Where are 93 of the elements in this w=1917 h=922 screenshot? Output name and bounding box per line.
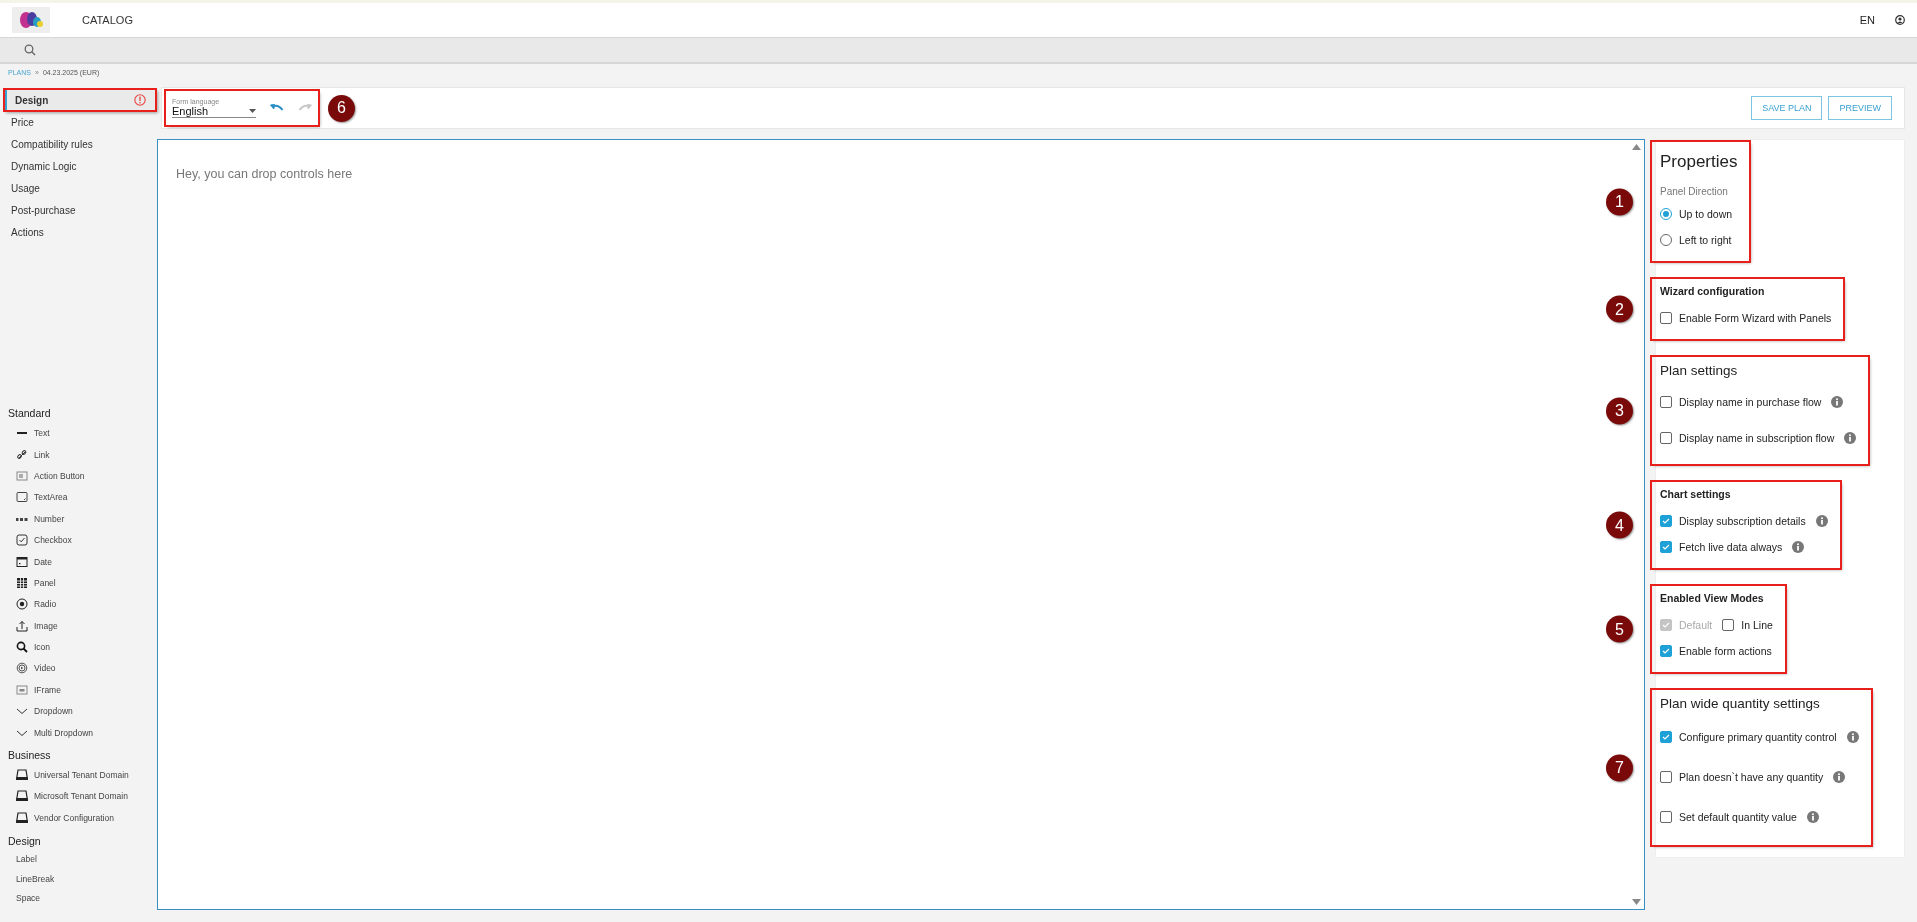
- tray-icon: [16, 790, 28, 803]
- calendar-icon: [16, 555, 28, 568]
- option-label: Plan doesn`t have any quantity: [1679, 771, 1824, 783]
- toolbox-item[interactable]: Number: [0, 508, 157, 530]
- toolbox-item[interactable]: Image: [0, 615, 157, 637]
- toolbox-item[interactable]: Action Button: [0, 465, 157, 487]
- toolbox-item[interactable]: Radio: [0, 593, 157, 615]
- option-label: Enable Form Wizard with Panels: [1679, 312, 1832, 324]
- option-label: Set default quantity value: [1679, 811, 1797, 823]
- nav-item[interactable]: Usage: [0, 177, 157, 199]
- info-icon[interactable]: [1792, 541, 1805, 553]
- option-label: Display subscription details: [1679, 515, 1806, 527]
- section-heading: Enabled View Modes: [1660, 592, 1765, 604]
- nav-item[interactable]: Design: [4, 89, 156, 111]
- toolbox-item[interactable]: Dropdown: [0, 700, 157, 722]
- info-icon[interactable]: [1846, 731, 1859, 743]
- checkbox[interactable]: [1660, 811, 1672, 823]
- option-label: In Line: [1741, 619, 1773, 631]
- toolbox-item[interactable]: IFrame: [0, 679, 157, 701]
- checkbox[interactable]: [1660, 396, 1672, 408]
- nav-item[interactable]: Price: [0, 111, 157, 133]
- user-icon[interactable]: [1895, 15, 1905, 25]
- annotation-number: 6: [328, 94, 355, 122]
- option-label: Enable form actions: [1679, 645, 1772, 657]
- info-icon[interactable]: [1833, 771, 1846, 783]
- option-label: Left to right: [1679, 234, 1732, 246]
- nav-item[interactable]: Dynamic Logic: [0, 155, 157, 177]
- search-icon[interactable]: [24, 44, 36, 56]
- play-icon: [16, 662, 28, 675]
- toolbox-item[interactable]: Checkbox: [0, 529, 157, 551]
- toolbox-item[interactable]: Label: [0, 849, 157, 869]
- section-heading: Wizard configuration: [1660, 285, 1766, 297]
- toolbox-item[interactable]: Vendor Configuration: [0, 807, 157, 829]
- checkbox-icon: [16, 534, 28, 547]
- toolbox-item[interactable]: Panel: [0, 572, 157, 594]
- toolbox-item[interactable]: Text: [0, 422, 157, 444]
- frame-icon: [16, 683, 28, 696]
- toolbox-item[interactable]: Link: [0, 443, 157, 466]
- option-label: Up to down: [1679, 208, 1733, 220]
- option-label: Configure primary quantity control: [1679, 731, 1837, 743]
- language-selector[interactable]: EN: [1859, 14, 1875, 26]
- group-heading: Business: [7, 748, 52, 764]
- warning-icon: [134, 94, 146, 106]
- tray-icon: [16, 811, 28, 824]
- scroll-up-icon[interactable]: [1632, 144, 1641, 150]
- info-icon[interactable]: [1806, 811, 1819, 823]
- radio-icon: [16, 598, 28, 611]
- checkbox[interactable]: [1660, 541, 1672, 553]
- info-icon[interactable]: [1844, 432, 1857, 444]
- toolbox-item[interactable]: Multi Dropdown: [0, 721, 157, 744]
- group-heading: Design: [7, 833, 42, 849]
- table-icon: [16, 576, 28, 589]
- search-icon: [16, 641, 28, 654]
- nav-link[interactable]: CATALOG: [82, 14, 133, 26]
- checkbox[interactable]: [1660, 645, 1672, 657]
- section-heading: Chart settings: [1660, 488, 1732, 500]
- button-icon: [16, 469, 28, 482]
- field-label: Panel Direction: [1660, 186, 1729, 197]
- textarea-icon: [16, 491, 28, 504]
- toolbox-item[interactable]: Space: [0, 888, 157, 908]
- toolbox-item[interactable]: Microsoft Tenant Domain: [0, 785, 157, 808]
- option-label: Fetch live data always: [1679, 541, 1783, 553]
- info-icon[interactable]: [1815, 515, 1828, 527]
- option-label: Display name in subscription flow: [1679, 432, 1835, 444]
- section-heading: Plan wide quantity settings: [1660, 696, 1821, 711]
- checkbox[interactable]: [1660, 515, 1672, 527]
- tray-icon: [16, 769, 28, 781]
- info-icon[interactable]: [1831, 396, 1844, 408]
- checkbox[interactable]: [1660, 731, 1672, 743]
- toolbox-item[interactable]: Icon: [0, 636, 157, 658]
- nav-item[interactable]: Actions: [0, 221, 157, 243]
- option-label: Display name in purchase flow: [1679, 396, 1822, 408]
- drop-hint: Hey, you can drop controls here: [176, 167, 353, 181]
- toolbox-item[interactable]: Video: [0, 657, 157, 680]
- nav-item[interactable]: Post-purchase: [0, 199, 157, 221]
- undo-icon[interactable]: [270, 103, 284, 113]
- toolbox-item[interactable]: Date: [0, 550, 157, 573]
- caret-icon: [249, 109, 256, 113]
- checkbox[interactable]: [1660, 312, 1672, 324]
- toolbox-item[interactable]: LineBreak: [0, 869, 157, 889]
- option-label: Default: [1679, 619, 1713, 631]
- checkbox[interactable]: [1660, 432, 1672, 444]
- section-heading: Plan settings: [1660, 363, 1739, 378]
- link-icon: [16, 448, 28, 461]
- group-heading: Standard: [7, 406, 52, 422]
- nav-item[interactable]: Compatibility rules: [0, 133, 157, 155]
- toolbox-item[interactable]: TextArea: [0, 486, 157, 509]
- checkbox[interactable]: [1660, 771, 1672, 783]
- checkbox[interactable]: [1722, 619, 1735, 631]
- upload-icon: [16, 619, 28, 632]
- scroll-down-icon[interactable]: [1632, 899, 1641, 905]
- section-heading: Properties: [1660, 152, 1738, 172]
- toolbox-item[interactable]: Universal Tenant Domain: [0, 764, 157, 786]
